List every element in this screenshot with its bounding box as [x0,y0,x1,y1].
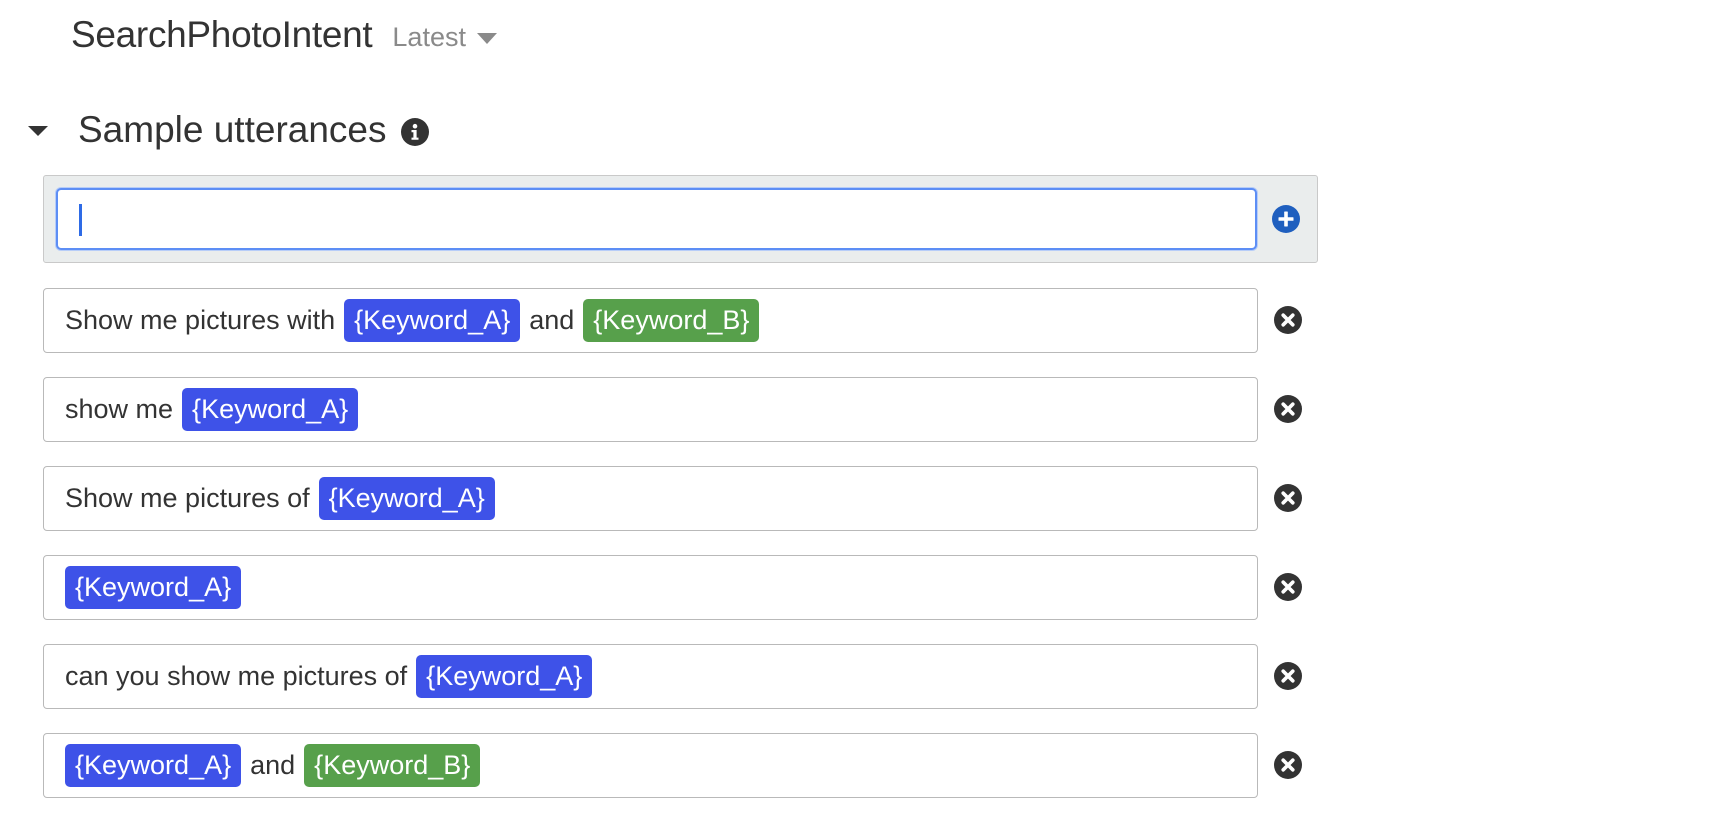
remove-utterance-button[interactable] [1274,306,1302,334]
utterance-field[interactable]: Show me pictures with {Keyword_A} and {Keyw… [43,288,1258,353]
utterance-row: {Keyword_A} [43,555,1333,620]
remove-utterance-button[interactable] [1274,395,1302,423]
remove-utterance-button[interactable] [1274,484,1302,512]
add-utterance-button[interactable] [1272,205,1300,233]
intent-name: SearchPhotoIntent [71,14,373,55]
slot-chip-keyword-b[interactable]: {Keyword_B} [583,299,760,342]
utterance-row: Show me pictures with {Keyword_A} and {Keyw… [43,288,1333,353]
utterance-field[interactable]: {Keyword_A} and {Keyword_B} [43,733,1258,798]
section-title: Sample utterances [78,109,387,150]
caret-down-icon [476,33,497,44]
utterance-row: {Keyword_A} and {Keyword_B} [43,733,1333,798]
text-caret [79,204,82,236]
plus-icon [1278,211,1294,227]
slot-chip-keyword-b[interactable]: {Keyword_B} [304,744,481,787]
utterance-field[interactable]: can you show me pictures of {Keyword_A} [43,644,1258,709]
utterance-text: and [250,750,296,780]
utterance-text: Show me pictures with [65,305,336,335]
x-icon [1281,580,1295,594]
x-icon [1281,491,1295,505]
slot-chip-keyword-a[interactable]: {Keyword_A} [344,299,521,342]
utterance-row: Show me pictures of {Keyword_A} [43,466,1333,531]
remove-utterance-button[interactable] [1274,662,1302,690]
slot-chip-keyword-a[interactable]: {Keyword_A} [318,477,495,520]
utterance-text: show me [65,394,174,424]
utterance-row: can you show me pictures of {Keyword_A} [43,644,1333,709]
new-utterance-panel [43,175,1318,263]
utterance-row: show me {Keyword_A} [43,377,1333,442]
x-icon [1281,669,1295,683]
collapse-toggle-icon[interactable] [28,126,48,136]
slot-chip-keyword-a[interactable]: {Keyword_A} [65,566,242,609]
utterance-text: can you show me pictures of [65,661,408,691]
x-icon [1281,402,1295,416]
version-dropdown[interactable]: Latest [392,22,497,53]
info-icon[interactable] [400,118,429,146]
utterance-text: and [529,305,575,335]
version-label: Latest [392,21,466,52]
utterance-text: Show me pictures of [65,483,310,513]
remove-utterance-button[interactable] [1274,573,1302,601]
remove-utterance-button[interactable] [1274,751,1302,779]
x-icon [1281,313,1295,327]
sample-utterances-header: Sample utterances [28,105,429,155]
utterance-field[interactable]: Show me pictures of {Keyword_A} [43,466,1258,531]
utterance-field[interactable]: {Keyword_A} [43,555,1258,620]
utterance-list: Show me pictures with {Keyword_A} and {Keyw… [43,288,1333,822]
slot-chip-keyword-a[interactable]: {Keyword_A} [65,744,242,787]
utterance-field[interactable]: show me {Keyword_A} [43,377,1258,442]
intent-header: SearchPhotoIntent Latest [71,8,497,62]
new-utterance-input[interactable] [56,188,1257,250]
slot-chip-keyword-a[interactable]: {Keyword_A} [416,655,593,698]
slot-chip-keyword-a[interactable]: {Keyword_A} [182,388,359,431]
x-icon [1281,758,1295,772]
